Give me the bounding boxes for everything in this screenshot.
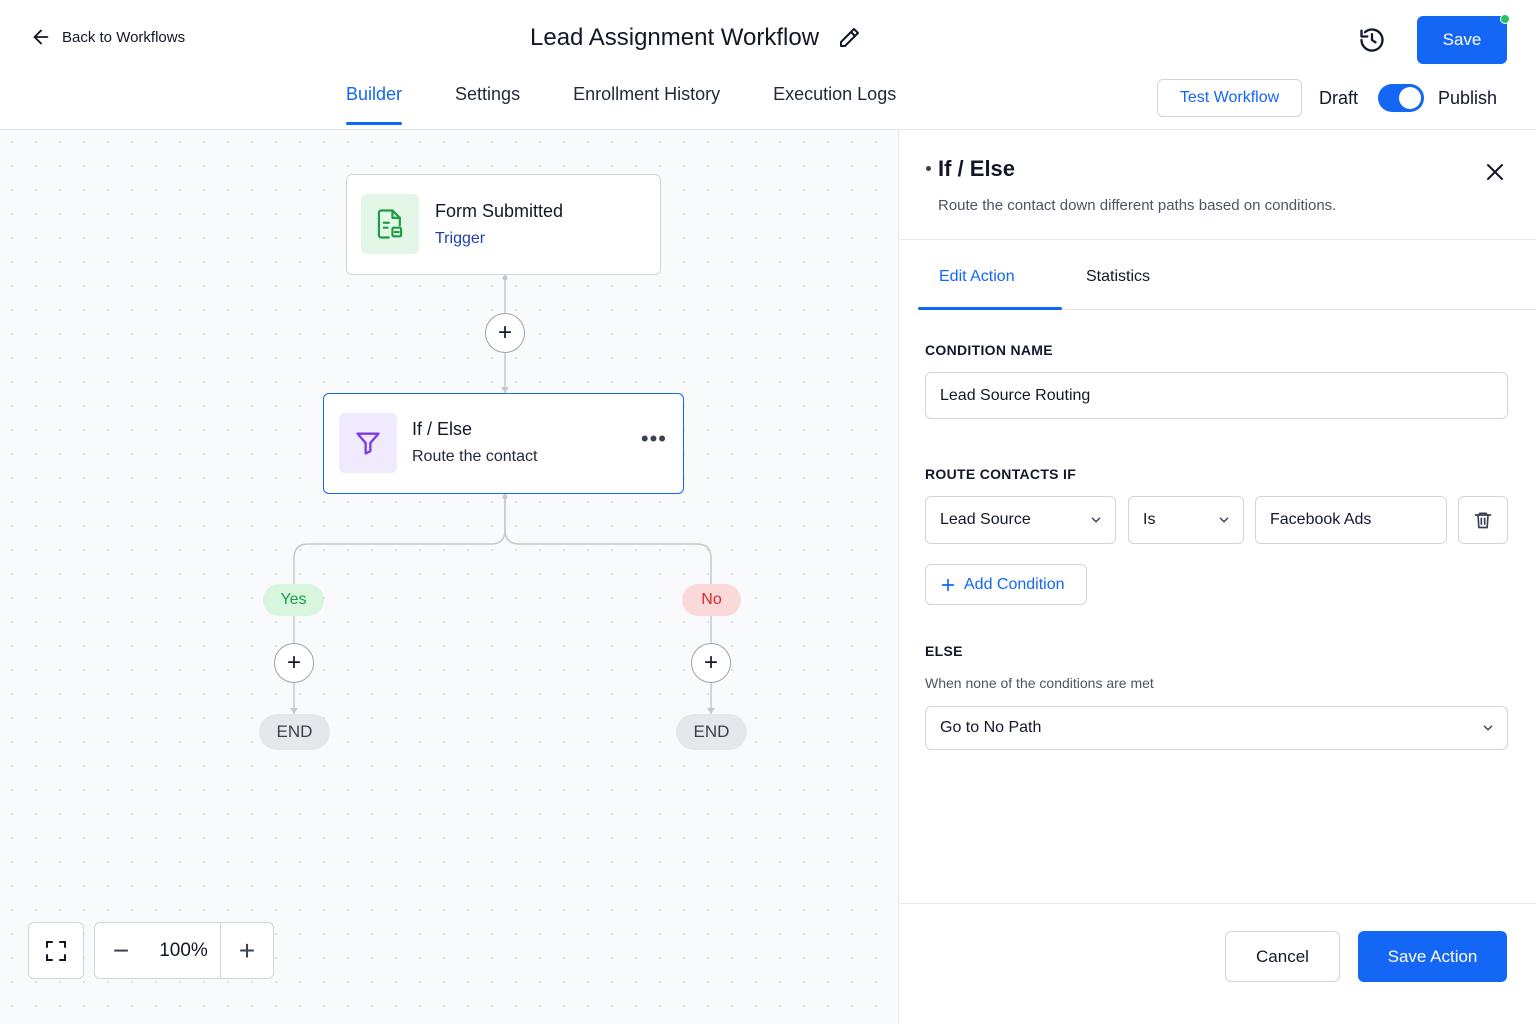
condition-field-value: Lead Source — [940, 511, 1031, 528]
more-options-icon[interactable]: ••• — [641, 428, 667, 450]
tab-statistics[interactable]: Statistics — [1086, 268, 1150, 286]
save-button[interactable]: Save — [1417, 16, 1507, 64]
else-description: When none of the conditions are met — [925, 675, 1154, 691]
delete-condition-button[interactable] — [1458, 496, 1508, 544]
end-yes-node: END — [259, 714, 330, 750]
else-label: ELSE — [925, 643, 963, 659]
cancel-button[interactable]: Cancel — [1225, 931, 1340, 982]
toggle-knob — [1399, 87, 1421, 109]
panel-footer: Cancel Save Action — [900, 903, 1536, 1024]
route-contacts-label: ROUTE CONTACTS IF — [925, 466, 1077, 482]
else-path-value: Go to No Path — [940, 719, 1042, 736]
publish-label: Publish — [1438, 88, 1498, 108]
trash-icon — [1474, 512, 1492, 529]
plus-icon — [941, 578, 955, 591]
condition-operator-select[interactable]: Is — [1128, 496, 1244, 544]
history-icon[interactable] — [1358, 26, 1386, 54]
branch-yes-label: Yes — [263, 584, 324, 616]
plus-icon: + — [238, 934, 256, 966]
expand-icon — [46, 940, 66, 961]
tab-settings[interactable]: Settings — [455, 84, 520, 123]
zoom-out-button[interactable]: − — [95, 923, 147, 978]
add-condition-label: Add Condition — [964, 575, 1065, 593]
tab-edit-action[interactable]: Edit Action — [939, 268, 1015, 286]
main-tabs: Builder Settings Enrollment History Exec… — [346, 84, 896, 125]
top-bar: Back to Workflows Lead Assignment Workfl… — [0, 0, 1536, 130]
chevron-down-icon — [1091, 517, 1101, 523]
tab-builder[interactable]: Builder — [346, 84, 403, 125]
ifelse-subtitle: Route the contact — [412, 448, 538, 465]
panel-header: If / Else Route the contact down differe… — [900, 130, 1536, 240]
back-label: Back to Workflows — [62, 28, 186, 46]
plus-icon: + — [497, 319, 512, 346]
trigger-title: Form Submitted — [435, 201, 564, 221]
panel-description: Route the contact down different paths b… — [938, 197, 1337, 214]
condition-field-select[interactable]: Lead Source — [925, 496, 1116, 544]
active-tab-indicator — [918, 307, 1062, 310]
save-action-button[interactable]: Save Action — [1358, 931, 1507, 982]
add-condition-button[interactable]: Add Condition — [925, 564, 1087, 605]
zoom-in-button[interactable]: + — [221, 923, 273, 978]
zoom-controls: − 100% + — [94, 922, 274, 979]
form-document-icon — [377, 209, 403, 239]
back-to-workflows-link[interactable]: Back to Workflows — [30, 26, 185, 48]
ifelse-node[interactable]: If / Else Route the contact ••• — [323, 393, 684, 494]
condition-value-input[interactable]: Facebook Ads — [1255, 496, 1447, 544]
chevron-down-icon — [1483, 725, 1493, 731]
close-icon[interactable] — [1483, 160, 1507, 184]
arrow-left-icon — [33, 29, 49, 45]
trigger-subtitle: Trigger — [435, 230, 486, 247]
add-step-button[interactable]: + — [485, 313, 525, 353]
condition-operator-value: Is — [1143, 511, 1156, 528]
tab-execution-logs[interactable]: Execution Logs — [773, 84, 896, 123]
workflow-title-group: Lead Assignment Workflow — [530, 24, 861, 52]
condition-name-input[interactable]: Lead Source Routing — [925, 372, 1508, 419]
trigger-icon-box — [361, 194, 419, 254]
panel-tabs: Edit Action Statistics — [918, 240, 1536, 310]
funnel-icon — [356, 432, 380, 455]
else-path-select[interactable]: Go to No Path — [925, 706, 1508, 750]
pencil-icon[interactable] — [837, 26, 861, 50]
page-title: Lead Assignment Workflow — [530, 24, 820, 51]
zoom-level: 100% — [147, 923, 221, 978]
add-step-yes-button[interactable]: + — [274, 643, 314, 683]
add-step-no-button[interactable]: + — [691, 643, 731, 683]
condition-name-label: CONDITION NAME — [925, 342, 1053, 358]
trigger-node[interactable]: Form Submitted Trigger — [346, 174, 661, 275]
panel-title: If / Else — [938, 156, 1016, 181]
draft-label: Draft — [1319, 88, 1359, 108]
bullet-icon — [926, 166, 931, 171]
test-workflow-button[interactable]: Test Workflow — [1157, 79, 1302, 117]
end-no-node: END — [676, 714, 747, 750]
plus-icon: + — [703, 649, 718, 676]
ifelse-icon-box — [339, 413, 397, 473]
branch-no-label: No — [682, 584, 741, 616]
status-dot — [1500, 14, 1510, 24]
tab-enrollment-history[interactable]: Enrollment History — [573, 84, 720, 123]
chevron-down-icon — [1219, 517, 1229, 523]
ifelse-title: If / Else — [412, 419, 473, 439]
plus-icon: + — [286, 649, 301, 676]
publish-toggle[interactable] — [1378, 84, 1424, 112]
workflow-canvas[interactable]: Form Submitted Trigger + If / Else Route… — [0, 130, 899, 1024]
minus-icon: − — [112, 934, 130, 966]
action-config-panel: If / Else Route the contact down differe… — [900, 130, 1536, 1024]
fit-view-button[interactable] — [28, 922, 84, 979]
